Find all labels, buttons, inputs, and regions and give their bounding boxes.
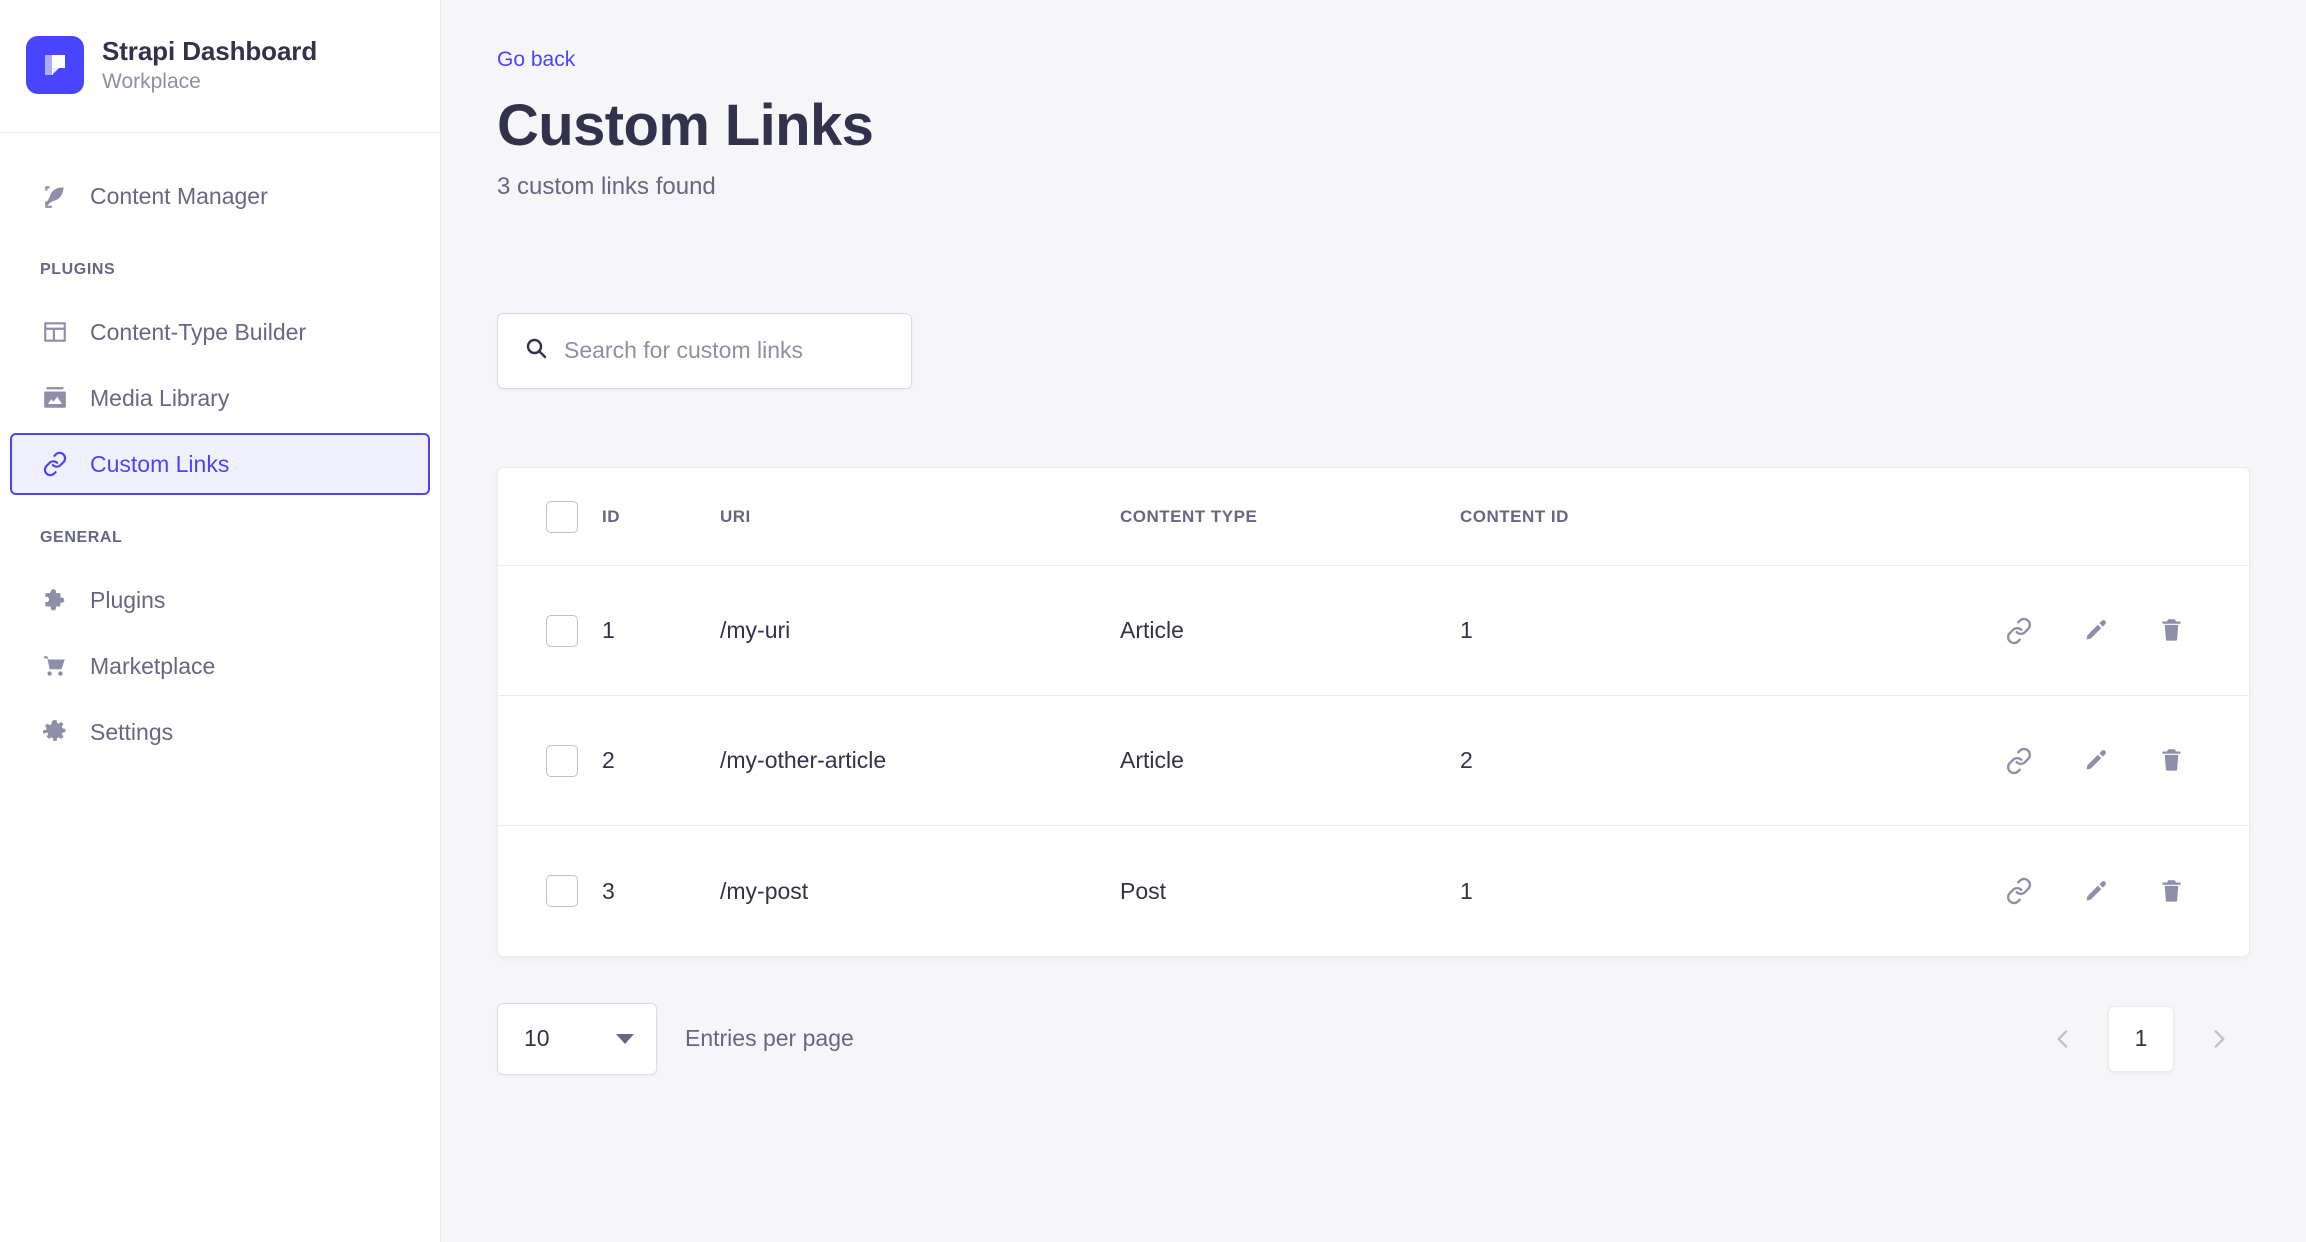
table-row[interactable]: 3 /my-post Post 1 — [498, 826, 2249, 956]
entries-per-page-group: 10 Entries per page — [497, 1002, 854, 1075]
custom-links-table-card: ID URI CONTENT TYPE CONTENT ID 1 /my-uri — [497, 466, 2250, 957]
entries-per-page-select[interactable]: 10 — [497, 1002, 657, 1075]
cell-id: 3 — [602, 877, 615, 904]
table-body: 1 /my-uri Article 1 2 /my-other-article … — [498, 565, 2249, 956]
sidebar-item-label: Plugins — [90, 586, 166, 613]
cell-content-type: Article — [1120, 565, 1460, 697]
cell-id: 2 — [602, 695, 720, 827]
app-root: Strapi Dashboard Workplace Content Manag… — [0, 0, 2306, 1242]
sidebar-item-marketplace[interactable]: Marketplace — [10, 635, 430, 697]
search-input[interactable] — [564, 337, 885, 365]
layout-icon — [40, 317, 70, 347]
sidebar-item-label: Content Manager — [90, 182, 268, 209]
strapi-logo-icon — [26, 36, 84, 94]
cell-content-id: 1 — [1460, 877, 1473, 904]
pagination: 1 — [2032, 1005, 2250, 1072]
cell-id: 1 — [602, 565, 720, 697]
brand-subtitle: Workplace — [102, 70, 201, 93]
custom-links-table: ID URI CONTENT TYPE CONTENT ID 1 /my-uri — [498, 467, 2249, 956]
cell-content-type: Post — [1120, 877, 1167, 904]
pencil-icon[interactable] — [2079, 745, 2111, 777]
trash-icon[interactable] — [2155, 875, 2187, 907]
main-content: Go back Custom Links 3 custom links foun… — [441, 0, 2306, 1242]
cell-uri: /my-uri — [720, 565, 1120, 697]
link-icon[interactable] — [2003, 615, 2035, 647]
column-header-content-id: CONTENT ID — [1460, 467, 1999, 567]
sidebar-item-settings[interactable]: Settings — [10, 701, 430, 763]
sidebar-item-label: Content-Type Builder — [90, 318, 307, 345]
cell-content-id: 1 — [1460, 565, 1999, 697]
image-icon — [40, 383, 70, 413]
row-checkbox[interactable] — [546, 744, 578, 777]
row-select-cell — [498, 695, 602, 827]
select-all-checkbox[interactable] — [546, 500, 578, 533]
pencil-icon[interactable] — [2079, 615, 2111, 647]
trash-icon[interactable] — [2155, 745, 2187, 777]
cell-actions — [1999, 565, 2249, 697]
feather-icon — [40, 181, 70, 211]
sidebar-item-content-manager[interactable]: Content Manager — [10, 165, 430, 227]
sidebar-nav: Content Manager PLUGINS Content-Type Bui… — [0, 133, 440, 1242]
row-checkbox[interactable] — [546, 614, 578, 647]
sidebar: Strapi Dashboard Workplace Content Manag… — [0, 0, 441, 1242]
row-select-cell — [498, 826, 602, 956]
search-box[interactable] — [497, 312, 912, 389]
shopping-cart-icon — [40, 651, 70, 681]
sidebar-item-label: Media Library — [90, 384, 230, 411]
cell-actions — [1999, 695, 2249, 827]
column-header-actions — [1999, 467, 2249, 567]
select-all-header — [498, 467, 602, 567]
link-icon[interactable] — [2003, 875, 2035, 907]
chevron-down-icon — [616, 1033, 634, 1044]
row-select-cell — [498, 565, 602, 697]
table-header-row: ID URI CONTENT TYPE CONTENT ID — [498, 467, 2249, 567]
trash-icon[interactable] — [2155, 615, 2187, 647]
row-checkbox[interactable] — [546, 875, 578, 908]
page-subtitle: 3 custom links found — [497, 172, 716, 200]
column-header-content-type: CONTENT TYPE — [1120, 467, 1460, 567]
puzzle-icon — [40, 585, 70, 615]
page-title: Custom Links — [497, 93, 874, 158]
go-back-link[interactable]: Go back — [497, 48, 575, 72]
entries-per-page-label: Entries per page — [685, 1025, 854, 1052]
cell-actions — [1999, 826, 2249, 956]
sidebar-item-label: Settings — [90, 718, 174, 745]
sidebar-item-label: Marketplace — [90, 652, 216, 679]
sidebar-section-general-label: GENERAL — [40, 529, 123, 546]
sidebar-item-content-type-builder[interactable]: Content-Type Builder — [10, 301, 430, 363]
sidebar-item-plugins[interactable]: Plugins — [10, 569, 430, 631]
brand-header: Strapi Dashboard Workplace — [0, 0, 440, 133]
sidebar-section-plugins-label: PLUGINS — [40, 261, 116, 278]
sidebar-item-media-library[interactable]: Media Library — [10, 367, 430, 429]
search-area — [497, 312, 2250, 389]
cell-uri: /my-post — [720, 877, 809, 904]
entries-per-page-value: 10 — [524, 1025, 550, 1052]
chevron-left-icon[interactable] — [2032, 1008, 2094, 1070]
pagination-page-1[interactable]: 1 — [2108, 1005, 2174, 1072]
link-icon — [40, 449, 70, 479]
table-row[interactable]: 1 /my-uri Article 1 — [498, 565, 2249, 697]
brand-title: Strapi Dashboard — [102, 36, 318, 66]
table-row[interactable]: 2 /my-other-article Article 2 — [498, 695, 2249, 827]
column-header-uri: URI — [720, 467, 1120, 567]
sidebar-item-custom-links[interactable]: Custom Links — [10, 433, 430, 495]
sidebar-item-label: Custom Links — [90, 450, 230, 477]
table-footer: 10 Entries per page 1 — [497, 1002, 2250, 1075]
search-icon — [524, 336, 548, 365]
link-icon[interactable] — [2003, 745, 2035, 777]
gear-icon — [40, 717, 70, 747]
chevron-right-icon[interactable] — [2188, 1008, 2250, 1070]
cell-content-type: Article — [1120, 695, 1460, 827]
cell-content-id: 2 — [1460, 695, 1999, 827]
column-header-id: ID — [602, 467, 720, 567]
cell-uri: /my-other-article — [720, 695, 1120, 827]
pencil-icon[interactable] — [2079, 875, 2111, 907]
